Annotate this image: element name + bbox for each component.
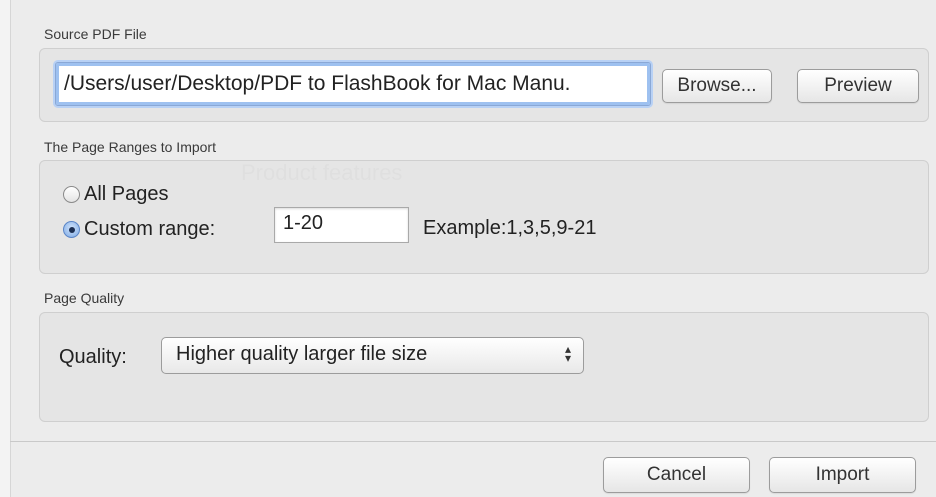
pdf-path-input[interactable]: /Users/user/Desktop/PDF to FlashBook for… [55,62,651,106]
quality-section-label: Page Quality [44,290,125,306]
quality-select[interactable]: Higher quality larger file size ▴ ▾ [161,337,584,374]
quality-field-label: Quality: [59,346,127,368]
browse-button[interactable]: Browse... [662,69,772,103]
page-ranges-section-label: The Page Ranges to Import [44,139,216,155]
footer-separator [10,441,936,442]
all-pages-label: All Pages [84,183,169,205]
custom-range-option[interactable]: Custom range: [63,218,215,241]
select-arrows-icon: ▴ ▾ [564,342,571,365]
radio-selected-dot [68,226,75,233]
cancel-button[interactable]: Cancel [603,457,750,493]
import-dialog: Product features Source PDF File /Users/… [10,0,936,497]
all-pages-option[interactable]: All Pages [63,183,169,206]
all-pages-radio[interactable] [63,186,80,203]
custom-range-radio[interactable] [63,221,80,238]
import-button[interactable]: Import [769,457,916,493]
source-section-label: Source PDF File [44,26,147,42]
custom-range-label: Custom range: [84,218,216,240]
custom-range-input[interactable]: 1-20 [274,207,409,243]
preview-button[interactable]: Preview [797,69,919,103]
quality-selected-value: Higher quality larger file size [176,343,428,365]
range-example-text: Example:1,3,5,9-21 [423,217,597,239]
